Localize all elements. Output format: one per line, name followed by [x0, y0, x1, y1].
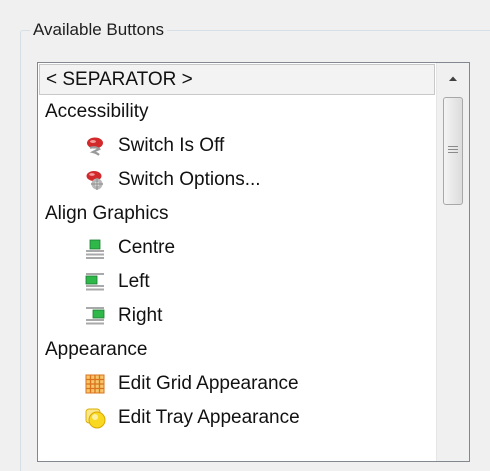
switch-off-icon: [87, 137, 103, 156]
align-left-icon: [85, 273, 104, 291]
vertical-scrollbar[interactable]: [436, 63, 469, 461]
scrollbar-thumb[interactable]: [443, 97, 463, 205]
item-label: Switch Options...: [118, 169, 261, 190]
list-item-align-left[interactable]: Left: [38, 265, 436, 299]
available-buttons-list[interactable]: < SEPARATOR > Accessibility Switch Is Of…: [37, 62, 470, 462]
list-item-edit-tray-appearance[interactable]: Edit Tray Appearance: [38, 401, 436, 435]
list-item-align-right[interactable]: Right: [38, 299, 436, 333]
switch-options-icon: [86, 171, 103, 190]
item-label: Centre: [118, 237, 176, 258]
category-accessibility[interactable]: Accessibility: [38, 95, 436, 129]
tray-appearance-icon: [85, 408, 106, 429]
item-label: Edit Tray Appearance: [118, 407, 300, 428]
list-item-switch-options[interactable]: Switch Options...: [38, 163, 436, 197]
group-title: Available Buttons: [30, 19, 168, 41]
grip-icon: [448, 146, 458, 155]
chevron-up-icon: [449, 76, 457, 81]
list-rows: < SEPARATOR > Accessibility Switch Is Of…: [38, 63, 436, 435]
list-item-align-centre[interactable]: Centre: [38, 231, 436, 265]
list-item-edit-grid-appearance[interactable]: Edit Grid Appearance: [38, 367, 436, 401]
item-label: Edit Grid Appearance: [118, 373, 299, 394]
item-label: Right: [118, 305, 163, 326]
scroll-up-button[interactable]: [437, 63, 469, 94]
item-label: Left: [118, 271, 150, 292]
align-right-icon: [86, 307, 105, 325]
grid-appearance-icon: [85, 374, 105, 394]
category-appearance[interactable]: Appearance: [38, 333, 436, 367]
list-item-switch-is-off[interactable]: Switch Is Off: [38, 129, 436, 163]
category-align-graphics[interactable]: Align Graphics: [38, 197, 436, 231]
align-centre-icon: [86, 239, 104, 259]
item-label: Switch Is Off: [118, 135, 225, 156]
list-item-separator[interactable]: < SEPARATOR >: [39, 64, 435, 95]
